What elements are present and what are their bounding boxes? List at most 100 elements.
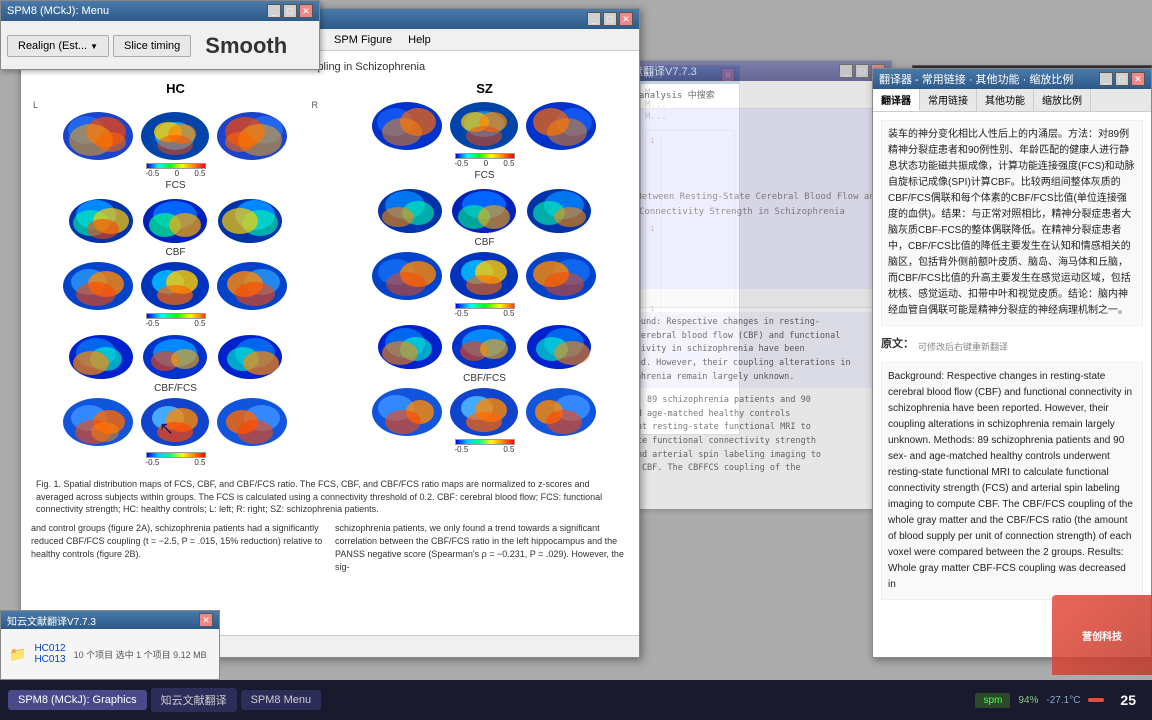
hc-cbffcs-brain-right bbox=[215, 396, 290, 448]
folder-icon: 📁 bbox=[9, 646, 26, 663]
sz-cbf-label: CBF bbox=[340, 237, 629, 248]
trans-tab-0[interactable]: 翻译器 bbox=[873, 89, 920, 111]
sz-cbffcs-brain-right bbox=[524, 386, 599, 438]
trans-window-controls: _ □ ✕ bbox=[1099, 72, 1145, 86]
trans-tabs: 翻译器 常用链接 其他功能 缩放比例 bbox=[873, 89, 1151, 112]
sz-fcs-brain-right bbox=[524, 100, 599, 152]
doc-figure: Reduced Coupling Between Resting-State C… bbox=[602, 109, 882, 289]
hc-cbf-side-brains bbox=[31, 329, 320, 381]
text-left: and control groups (figure 2A), schizoph… bbox=[31, 523, 322, 559]
translation-panel: 翻译器 - 常用链接 · 其他功能 · 缩放比例 _ □ ✕ 翻译器 常用链接 … bbox=[872, 68, 1152, 658]
trans-tab-1[interactable]: 常用链接 bbox=[920, 89, 977, 111]
menu-help[interactable]: Help bbox=[408, 34, 431, 46]
fm-item-1[interactable]: HC012 bbox=[34, 643, 65, 654]
fm-title: 知云文献翻译V7.7.3 bbox=[7, 613, 96, 628]
sz-fcs-side-mid bbox=[447, 183, 522, 235]
doc-maximize-button[interactable]: □ bbox=[855, 64, 869, 78]
original-section: 原文： 可修改后右键重新翻译 Background: Respective ch… bbox=[881, 336, 1143, 600]
sz-fcs-brain-left bbox=[370, 100, 445, 152]
realign-button[interactable]: Realign (Est... ▼ bbox=[7, 35, 109, 57]
slice-timing-button[interactable]: Slice timing bbox=[113, 35, 191, 57]
window-controls: _ □ ✕ bbox=[267, 4, 313, 18]
sz-fcs-side-right bbox=[524, 183, 599, 235]
trans-maximize-button[interactable]: □ bbox=[1115, 72, 1129, 86]
graphics-window-controls: _ □ ✕ bbox=[587, 12, 633, 26]
hc-fcs-brain-left bbox=[61, 110, 136, 162]
trans-minimize-button[interactable]: _ bbox=[1099, 72, 1113, 86]
maximize-button[interactable]: □ bbox=[283, 4, 297, 18]
hc-cbffcs-label: CBF/FCS bbox=[31, 383, 320, 394]
text-col-left: and control groups (figure 2A), schizoph… bbox=[31, 522, 325, 574]
spm-menu-title: SPM8 (MCkJ): Menu bbox=[7, 5, 109, 17]
trans-close-button[interactable]: ✕ bbox=[1131, 72, 1145, 86]
svg-text:Connectivity Strength in Schiz: Connectivity Strength in Schizophrenia bbox=[639, 207, 845, 217]
sz-column: SZ bbox=[340, 81, 629, 468]
background-text: Background: Respective changes in restin… bbox=[881, 362, 1143, 600]
doc-minimize-button[interactable]: _ bbox=[839, 64, 853, 78]
graphics-maximize-button[interactable]: □ bbox=[603, 12, 617, 26]
hc-cbffcs-colorbar: -0.5 0.5 bbox=[31, 452, 320, 467]
sz-fcs-colorbar: -0.5 0 0.5 bbox=[340, 153, 629, 168]
sz-fcs-side-left bbox=[370, 183, 445, 235]
hc-cbf-brains bbox=[31, 260, 320, 312]
taskbar-spm-label: spm bbox=[975, 693, 1010, 708]
taskbar-temp: -27.1°C bbox=[1046, 695, 1080, 706]
hc-cbf-side-right bbox=[215, 329, 290, 381]
sz-cbf-side-brains bbox=[340, 319, 629, 371]
taskbar-corner bbox=[1088, 698, 1104, 702]
cbf-colorbar-neg: -0.5 bbox=[146, 319, 160, 328]
hc-left-label: L bbox=[33, 100, 38, 110]
hc-fcs-side-brains bbox=[31, 193, 320, 245]
sz-cbf-brains bbox=[340, 250, 629, 302]
spm-graphics-window: SPM8 (MCkJ): Graphics _ □ ✕ File Edit Vi… bbox=[20, 8, 640, 658]
colorbar-pos: 0.5 bbox=[194, 169, 205, 178]
sz-cbffcs-colorbar: -0.5 0.5 bbox=[340, 439, 629, 454]
taskbar-item-spm[interactable]: SPM8 (MCkJ): Graphics bbox=[8, 690, 147, 710]
sz-cbf-colorbar: -0.5 0.5 bbox=[340, 303, 629, 318]
watermark-text: 营创科技 bbox=[1082, 628, 1122, 643]
sz-cbffcs-brain-top bbox=[447, 386, 522, 438]
figure-caption: Fig. 1. Spatial distribution maps of FCS… bbox=[31, 478, 629, 516]
hc-cbf-colorbar: -0.5 0.5 bbox=[31, 313, 320, 328]
hc-cbffcs-brain-top bbox=[138, 396, 213, 448]
abstract-section: 装车的神分变化相比人性后上的内涌层。方法：对89例精神分裂症患者和90例性别、年… bbox=[881, 120, 1143, 326]
graphics-close-button[interactable]: ✕ bbox=[619, 12, 633, 26]
taskbar-item-spm-menu[interactable]: SPM8 Menu bbox=[241, 690, 322, 710]
translation-title: 翻译器 - 常用链接 · 其他功能 · 缩放比例 bbox=[879, 71, 1073, 87]
fm-close-button[interactable]: ✕ bbox=[199, 613, 213, 627]
trans-tab-3[interactable]: 缩放比例 bbox=[1034, 89, 1091, 111]
hc-fcs-side-left bbox=[61, 193, 136, 245]
taskbar-right: spm 94% -27.1°C 25 bbox=[975, 692, 1144, 708]
taskbar-item-zhiyun[interactable]: 知云文献翻译 bbox=[151, 688, 237, 712]
hc-cbf-side-mid bbox=[138, 329, 213, 381]
colorbar-zero: 0 bbox=[175, 169, 179, 178]
close-button[interactable]: ✕ bbox=[299, 4, 313, 18]
spm-menu-window: SPM8 (MCkJ): Menu _ □ ✕ Realign (Est... … bbox=[0, 0, 320, 70]
menu-spm-figure[interactable]: SPM Figure bbox=[334, 34, 392, 46]
hc-cbf-brain-top bbox=[138, 260, 213, 312]
fm-item-2[interactable]: HC013 bbox=[34, 654, 65, 665]
svg-text:Reduced Coupling Between Resti: Reduced Coupling Between Resting-State C… bbox=[602, 192, 882, 202]
original-label: 原文： bbox=[881, 336, 914, 354]
sz-cbf-side-left bbox=[370, 319, 445, 371]
spm-menu-titlebar: SPM8 (MCkJ): Menu _ □ ✕ bbox=[1, 1, 319, 21]
hc-right-label: R bbox=[312, 100, 319, 110]
translation-titlebar: 翻译器 - 常用链接 · 其他功能 · 缩放比例 _ □ ✕ bbox=[873, 69, 1151, 89]
figure-area: HC L R bbox=[31, 81, 629, 468]
edit-hint: 可修改后右键重新翻译 bbox=[918, 340, 1008, 354]
sz-fcs-brains bbox=[340, 100, 629, 152]
doc-abstract: Background: Respective changes in restin… bbox=[601, 312, 883, 388]
fm-items: HC012 HC013 bbox=[34, 643, 65, 665]
minimize-button[interactable]: _ bbox=[267, 4, 281, 18]
hc-cbf-brain-left bbox=[61, 260, 136, 312]
hc-fcs-brains bbox=[31, 110, 320, 162]
graphics-minimize-button[interactable]: _ bbox=[587, 12, 601, 26]
taskbar-percent: 94% bbox=[1018, 695, 1038, 706]
taskbar: SPM8 (MCkJ): Graphics 知云文献翻译 SPM8 Menu s… bbox=[0, 680, 1152, 720]
hc-fcs-colorbar: -0.5 0 0.5 bbox=[31, 163, 320, 178]
hc-fcs-side-right bbox=[215, 193, 290, 245]
trans-tab-2[interactable]: 其他功能 bbox=[977, 89, 1034, 111]
hc-cbffcs-brains: ↖ bbox=[31, 396, 320, 451]
sz-cbf-brain-right bbox=[524, 250, 599, 302]
hc-cbf-brain-right bbox=[215, 260, 290, 312]
